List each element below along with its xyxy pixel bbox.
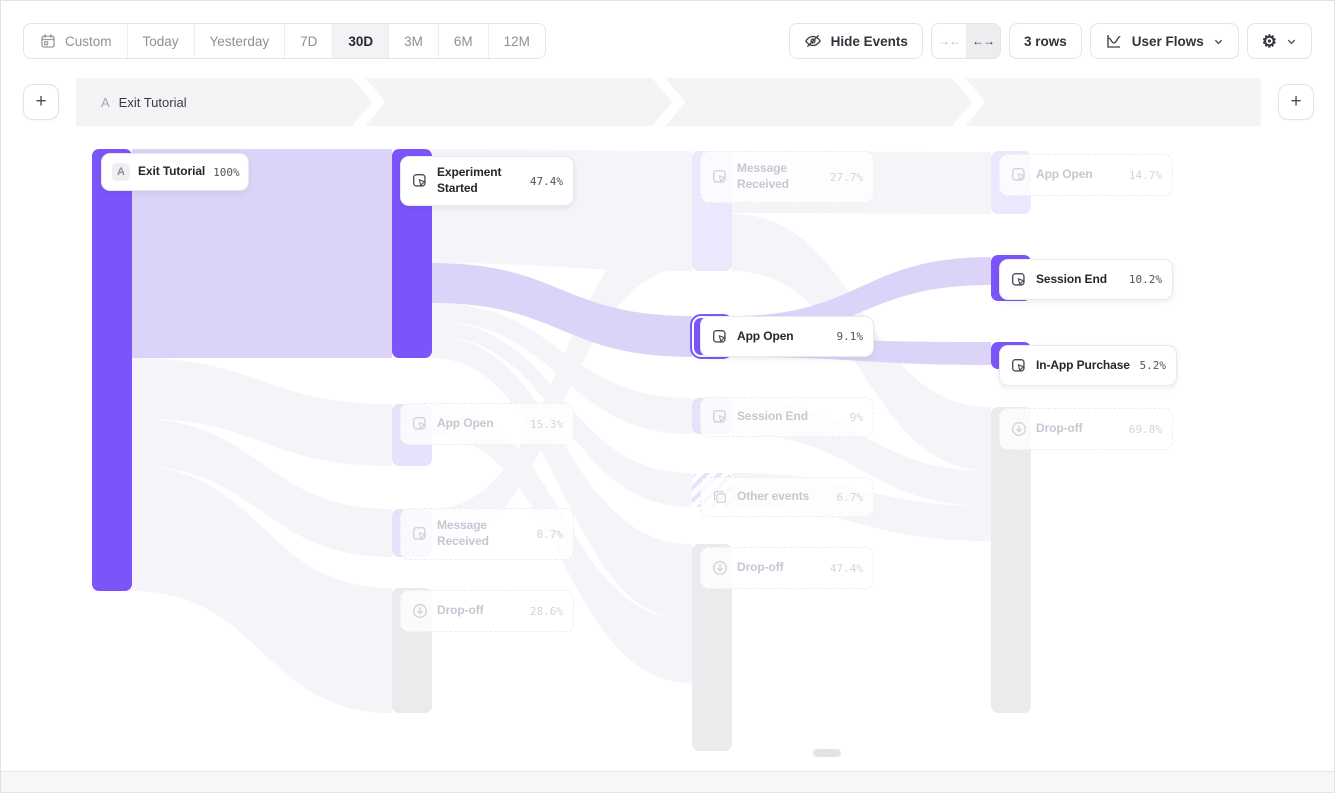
drop-off-icon: [411, 602, 429, 620]
horizontal-scrollbar-thumb[interactable]: [813, 749, 841, 757]
node-card-message-received-2[interactable]: Message Received 8.7%: [400, 508, 574, 560]
node-card-drop-off-2[interactable]: Drop-off 28.6%: [400, 590, 574, 632]
sankey-flows: [1, 1, 1335, 793]
event-icon: [1010, 357, 1028, 375]
node-card-message-received-3[interactable]: Message Received 27.7%: [700, 151, 874, 203]
node-card-experiment-started[interactable]: Experiment Started 47.4%: [400, 156, 574, 206]
node-card-session-end-4[interactable]: Session End 10.2%: [999, 259, 1173, 300]
event-icon: [411, 525, 429, 543]
event-icon: [1010, 271, 1028, 289]
drop-off-icon: [1010, 420, 1028, 438]
node-card-drop-off-3[interactable]: Drop-off 47.4%: [700, 547, 874, 589]
drop-off-icon: [711, 559, 729, 577]
step-a-badge: A: [112, 163, 130, 181]
event-icon: [711, 328, 729, 346]
user-flows-screen: Custom Today Yesterday 7D 30D 3M 6M 12M …: [0, 0, 1335, 793]
node-card-in-app-purchase-4[interactable]: In-App Purchase 5.2%: [999, 345, 1177, 386]
node-card-app-open-4[interactable]: App Open 14.7%: [999, 154, 1173, 196]
node-card-drop-off-4[interactable]: Drop-off 69.8%: [999, 408, 1173, 450]
node-card-other-events-3[interactable]: Other events 6.7%: [700, 477, 874, 517]
node-bar-drop-off-4[interactable]: [991, 407, 1031, 713]
node-card-session-end-3[interactable]: Session End 9%: [700, 397, 874, 437]
other-events-icon: [711, 488, 729, 506]
node-card-app-open-3-selected[interactable]: App Open 9.1%: [700, 316, 874, 357]
node-bar-exit-tutorial[interactable]: [92, 149, 132, 591]
event-icon: [411, 415, 429, 433]
event-icon: [411, 172, 429, 190]
event-icon: [1010, 166, 1028, 184]
node-card-exit-tutorial[interactable]: A Exit Tutorial 100%: [101, 153, 249, 191]
event-icon: [711, 408, 729, 426]
event-icon: [711, 168, 729, 186]
node-card-app-open-2[interactable]: App Open 15.3%: [400, 403, 574, 445]
